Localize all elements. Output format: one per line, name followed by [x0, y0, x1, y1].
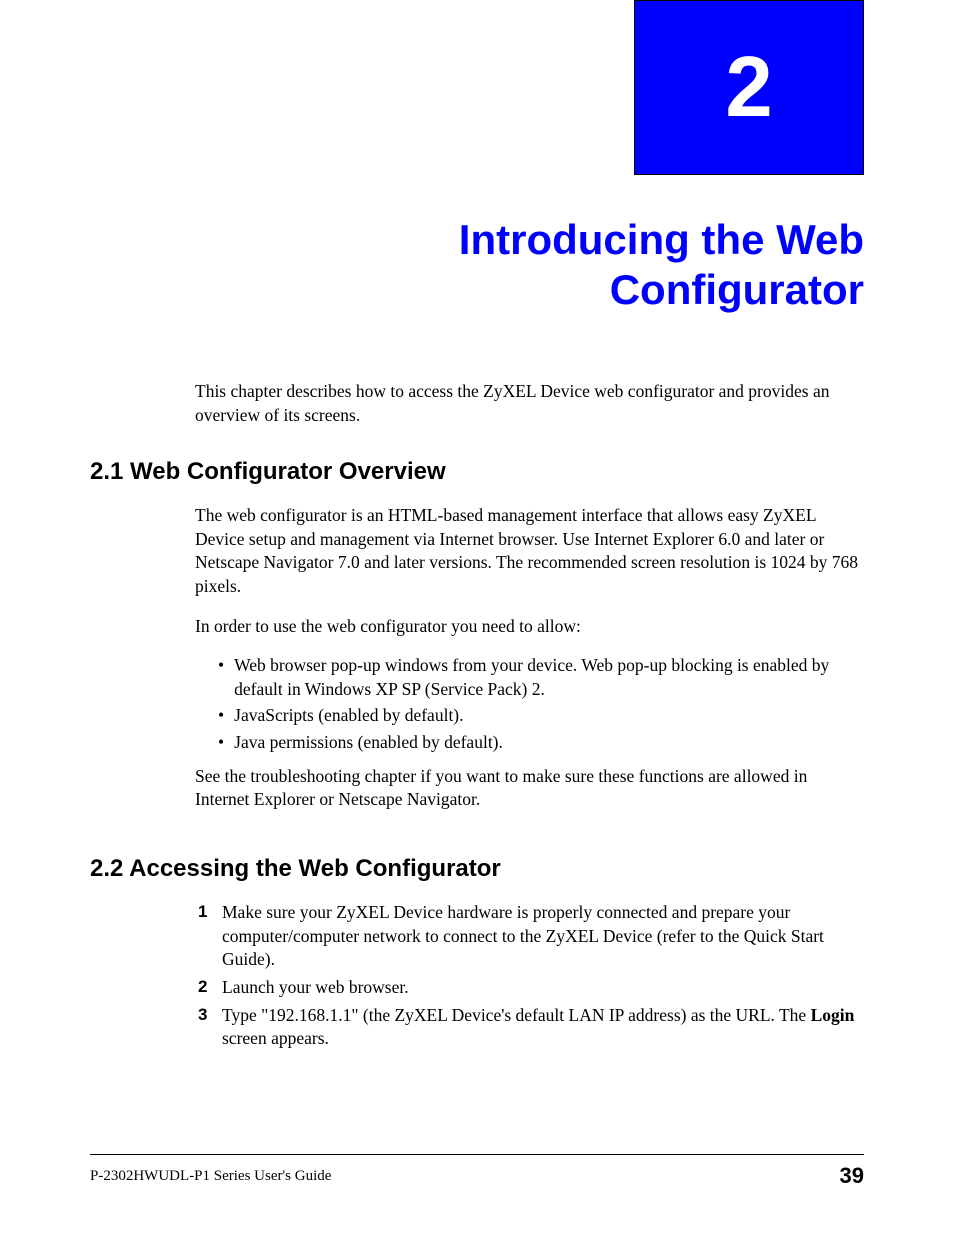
page-footer: P-2302HWUDL-P1 Series User's Guide 39	[90, 1163, 864, 1189]
step-text: Type "192.168.1.1" (the ZyXEL Device's d…	[222, 1004, 864, 1051]
step-text: Make sure your ZyXEL Device hardware is …	[222, 901, 864, 972]
bullet-icon: •	[218, 654, 224, 701]
chapter-title: Introducing the Web Configurator	[200, 215, 864, 316]
list-text: JavaScripts (enabled by default).	[234, 704, 463, 728]
chapter-number: 2	[725, 39, 772, 137]
list-item: 3 Type "192.168.1.1" (the ZyXEL Device's…	[198, 1004, 864, 1051]
list-item: 2 Launch your web browser.	[198, 976, 864, 1000]
section-heading-2-2: 2.2 Accessing the Web Configurator	[90, 855, 864, 883]
footer-guide-name: P-2302HWUDL-P1 Series User's Guide	[90, 1168, 331, 1185]
list-item: • JavaScripts (enabled by default).	[218, 704, 864, 728]
section-heading-2-1: 2.1 Web Configurator Overview	[90, 458, 864, 486]
list-item: • Java permissions (enabled by default).	[218, 731, 864, 755]
step-text: Launch your web browser.	[222, 976, 409, 1000]
step-number: 2	[198, 976, 210, 1000]
chapter-number-box: 2	[634, 0, 864, 175]
bullet-icon: •	[218, 731, 224, 755]
paragraph: The web configurator is an HTML-based ma…	[195, 504, 864, 599]
section-2-2: 2.2 Accessing the Web Configurator 1 Mak…	[90, 855, 864, 1055]
page-number: 39	[840, 1163, 864, 1189]
paragraph: See the troubleshooting chapter if you w…	[195, 765, 864, 812]
list-item: • Web browser pop-up windows from your d…	[218, 654, 864, 701]
bullet-list: • Web browser pop-up windows from your d…	[218, 654, 864, 755]
step-number: 3	[198, 1004, 210, 1051]
bullet-icon: •	[218, 704, 224, 728]
step-number: 1	[198, 901, 210, 972]
chapter-intro: This chapter describes how to access the…	[195, 380, 864, 427]
list-text: Java permissions (enabled by default).	[234, 731, 503, 755]
section-2-1: 2.1 Web Configurator Overview The web co…	[90, 458, 864, 828]
list-item: 1 Make sure your ZyXEL Device hardware i…	[198, 901, 864, 972]
list-text: Web browser pop-up windows from your dev…	[234, 654, 864, 701]
paragraph: In order to use the web configurator you…	[195, 615, 864, 639]
footer-rule	[90, 1154, 864, 1155]
